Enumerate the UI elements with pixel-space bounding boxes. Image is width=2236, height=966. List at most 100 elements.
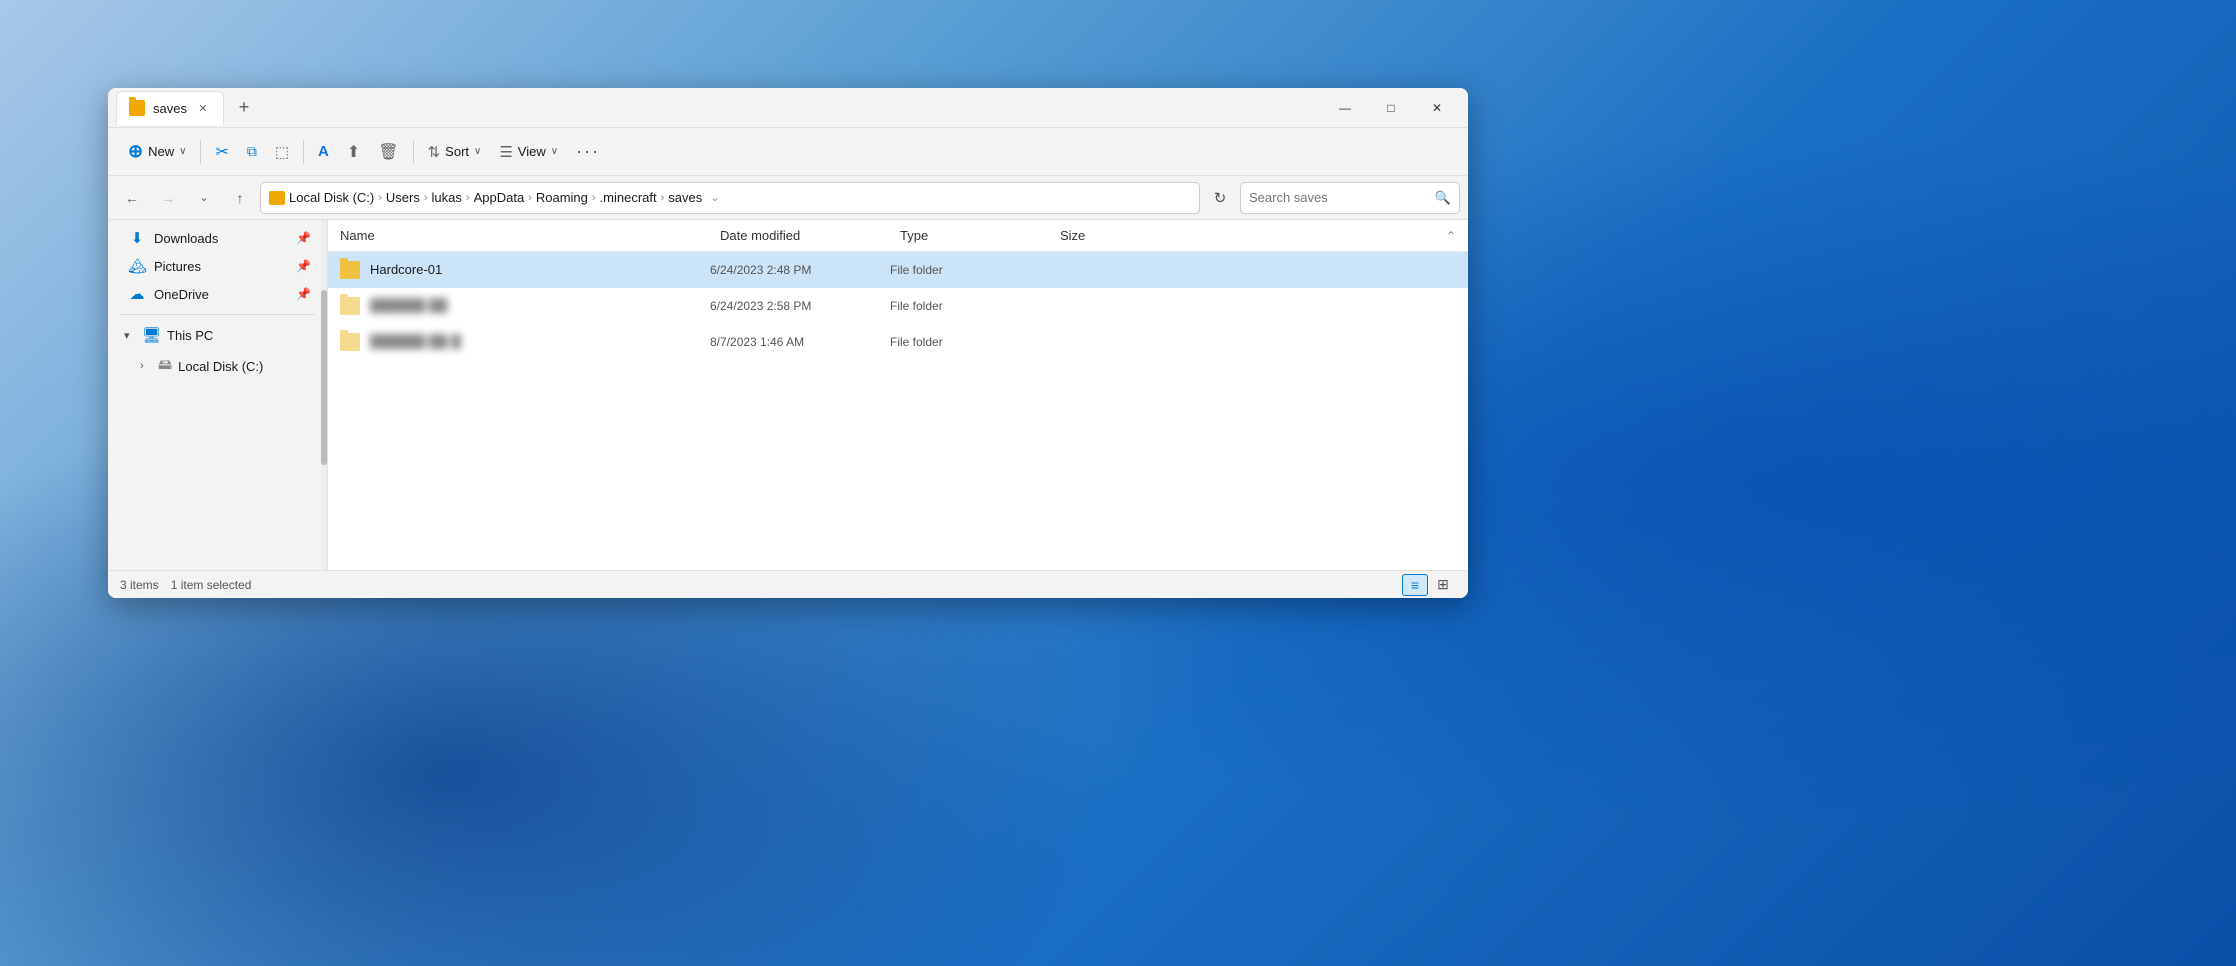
tab-title: saves	[153, 101, 187, 116]
pictures-icon: 🏔	[128, 257, 146, 275]
tab-close-btn[interactable]: ✕	[195, 100, 211, 116]
sidebar-local-disk-label: Local Disk (C:)	[178, 359, 263, 374]
sidebar-separator	[120, 314, 315, 315]
col-header-date: Date modified	[720, 228, 900, 243]
share-button[interactable]: ⬆	[339, 134, 368, 170]
maximize-btn[interactable]: □	[1368, 92, 1414, 124]
file-name: Hardcore-01	[370, 262, 710, 277]
up-button[interactable]: ↑	[224, 182, 256, 214]
tab-area: saves ✕ +	[116, 88, 1322, 127]
paste-button[interactable]: ⬚	[267, 134, 297, 170]
view-list-button[interactable]: ≡	[1402, 574, 1428, 596]
addressbar: ← → ⌄ ↑ Local Disk (C:) › Users › lukas …	[108, 176, 1468, 220]
sidebar-downloads-label: Downloads	[154, 231, 218, 246]
file-date: 6/24/2023 2:48 PM	[710, 263, 890, 277]
back-icon: ←	[125, 190, 139, 206]
breadcrumb-appdata[interactable]: AppData	[474, 190, 525, 205]
view-button[interactable]: ☰ View ∨	[491, 134, 566, 170]
sidebar-item-downloads[interactable]: ⬇ Downloads 📌	[112, 224, 323, 252]
more-icon: ···	[576, 141, 600, 162]
search-icon: 🔍	[1435, 190, 1451, 206]
file-name-blurred: ██████ ██	[370, 298, 710, 313]
new-tab-btn[interactable]: +	[228, 92, 260, 124]
path-expand-icon[interactable]: ⌄	[710, 191, 719, 204]
col-header-size: Size	[1060, 228, 1160, 243]
sidebar-pictures-label: Pictures	[154, 259, 201, 274]
share-icon: ⬆	[347, 142, 360, 162]
forward-button[interactable]: →	[152, 182, 184, 214]
col-header-name: Name	[340, 228, 720, 243]
folder-icon-blurred	[340, 297, 360, 315]
sidebar-item-this-pc[interactable]: ▾ 🖥 This PC	[112, 321, 323, 349]
breadcrumb-minecraft[interactable]: .minecraft	[600, 190, 657, 205]
close-btn[interactable]: ✕	[1414, 92, 1460, 124]
content-area: ⬇ Downloads 📌 🏔 Pictures 📌 ☁ OneDrive 📌 …	[108, 220, 1468, 570]
rename-icon: A	[318, 143, 329, 160]
back-button[interactable]: ←	[116, 182, 148, 214]
address-path[interactable]: Local Disk (C:) › Users › lukas › AppDat…	[260, 182, 1200, 214]
view-chevron: ∨	[551, 146, 558, 157]
breadcrumb-saves[interactable]: saves	[668, 190, 702, 205]
downloads-icon: ⬇	[128, 229, 146, 247]
table-row[interactable]: ██████ ██-█ 8/7/2023 1:46 AM File folder	[328, 324, 1468, 360]
breadcrumb-lukas[interactable]: lukas	[432, 190, 462, 205]
search-input[interactable]	[1249, 190, 1429, 205]
table-row[interactable]: ██████ ██ 6/24/2023 2:58 PM File folder	[328, 288, 1468, 324]
forward-icon: →	[161, 190, 175, 206]
recent-icon: ⌄	[199, 191, 208, 204]
items-selected: 1 item selected	[171, 578, 252, 592]
items-count: 3 items	[120, 578, 159, 592]
sort-icon: ⇅	[428, 143, 441, 161]
view-label: View	[518, 144, 546, 159]
local-disk-icon: 🖴	[158, 354, 172, 378]
breadcrumb-local-disk[interactable]: Local Disk (C:)	[289, 190, 374, 205]
search-box[interactable]: 🔍	[1240, 182, 1460, 214]
recent-locations-button[interactable]: ⌄	[188, 182, 220, 214]
new-chevron: ∨	[179, 146, 186, 157]
table-row[interactable]: Hardcore-01 6/24/2023 2:48 PM File folde…	[328, 252, 1468, 288]
filelist: Name Date modified Type Size Hardcore-01…	[328, 220, 1468, 570]
breadcrumb-users[interactable]: Users	[386, 190, 420, 205]
new-button[interactable]: ⊕ New ∨	[120, 134, 194, 170]
view-list-icon: ≡	[1411, 577, 1419, 593]
file-date: 6/24/2023 2:58 PM	[710, 299, 890, 313]
status-info: 3 items 1 item selected	[120, 578, 251, 592]
file-date: 8/7/2023 1:46 AM	[710, 335, 890, 349]
onedrive-pin-icon: 📌	[296, 287, 311, 301]
tab-folder-icon	[129, 100, 145, 116]
refresh-button[interactable]: ↻	[1204, 182, 1236, 214]
window-controls: — □ ✕	[1322, 92, 1460, 124]
active-tab[interactable]: saves ✕	[116, 91, 224, 125]
rename-button[interactable]: A	[310, 134, 337, 170]
sort-label: Sort	[445, 144, 469, 159]
sidebar-onedrive-label: OneDrive	[154, 287, 209, 302]
this-pc-expand-icon: ▾	[124, 329, 136, 342]
sidebar-this-pc-label: This PC	[167, 328, 213, 343]
sidebar-item-pictures[interactable]: 🏔 Pictures 📌	[112, 252, 323, 280]
view-icon: ☰	[499, 143, 512, 161]
refresh-icon: ↻	[1214, 189, 1227, 207]
new-label: New	[148, 144, 174, 159]
delete-button[interactable]: 🗑	[370, 134, 406, 170]
cut-button[interactable]: ✂	[207, 134, 236, 170]
sidebar-item-onedrive[interactable]: ☁ OneDrive 📌	[112, 280, 323, 308]
view-tiles-button[interactable]: ⊞	[1430, 574, 1456, 596]
copy-icon: ⧉	[247, 143, 257, 160]
statusbar: 3 items 1 item selected ≡ ⊞	[108, 570, 1468, 598]
path-folder-icon	[269, 191, 285, 205]
up-icon: ↑	[237, 190, 244, 206]
sidebar: ⬇ Downloads 📌 🏔 Pictures 📌 ☁ OneDrive 📌 …	[108, 220, 328, 570]
breadcrumb-roaming[interactable]: Roaming	[536, 190, 588, 205]
sidebar-item-local-disk[interactable]: › 🖴 Local Disk (C:)	[112, 349, 323, 383]
copy-button[interactable]: ⧉	[239, 134, 265, 170]
sort-button[interactable]: ⇅ Sort ∨	[420, 134, 490, 170]
file-type: File folder	[890, 263, 1050, 277]
titlebar: saves ✕ + — □ ✕	[108, 88, 1468, 128]
more-button[interactable]: ···	[568, 134, 608, 170]
pc-icon: 🖥	[142, 326, 161, 344]
local-disk-expand-icon: ›	[140, 360, 152, 372]
toolbar-sep-3	[413, 140, 414, 164]
minimize-btn[interactable]: —	[1322, 92, 1368, 124]
toolbar-sep-2	[303, 140, 304, 164]
folder-icon-blurred-2	[340, 333, 360, 351]
